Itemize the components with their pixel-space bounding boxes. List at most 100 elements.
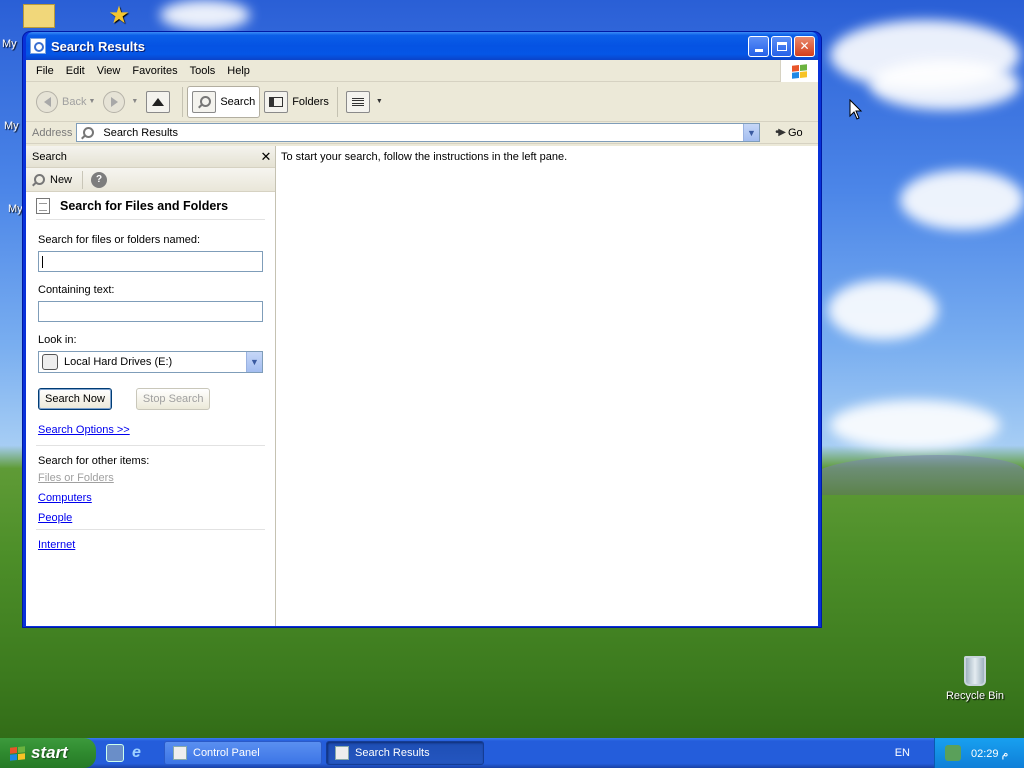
address-value: Search Results xyxy=(103,126,178,139)
system-tray: 02:29 م xyxy=(934,738,1024,768)
back-button[interactable]: Back ▼ xyxy=(32,86,99,118)
task-label: Control Panel xyxy=(193,747,260,759)
minimize-icon xyxy=(754,48,763,52)
maximize-button[interactable] xyxy=(771,35,792,57)
start-button[interactable]: start xyxy=(0,738,96,768)
window-client-area: File Edit View Favorites Tools Help Back… xyxy=(26,60,818,626)
search-results-window: Search Results ✕ File Edit View Favorite… xyxy=(22,31,822,628)
desktop-icon-label[interactable]: My xyxy=(4,120,19,132)
start-label: start xyxy=(31,743,68,762)
cloud xyxy=(830,400,1000,450)
folders-label: Folders xyxy=(292,95,329,108)
go-button[interactable]: ••▶ Go xyxy=(760,127,818,139)
containing-text-input[interactable] xyxy=(38,301,263,322)
search-buttons: Search Now Stop Search xyxy=(38,388,263,410)
desktop-icon-text: My xyxy=(2,38,17,50)
divider xyxy=(36,529,265,530)
search-now-button[interactable]: Search Now xyxy=(38,388,112,410)
folders-icon xyxy=(264,90,289,113)
address-field[interactable]: Search Results ▼ xyxy=(76,123,760,142)
desktop-icon-my-documents[interactable] xyxy=(22,4,56,32)
language-indicator[interactable]: EN xyxy=(895,747,910,759)
search-pane-header: Search ✕ xyxy=(26,146,275,168)
stop-search-button[interactable]: Stop Search xyxy=(135,388,211,410)
show-desktop-icon[interactable] xyxy=(106,744,124,762)
minimize-button[interactable] xyxy=(748,35,769,57)
taskbar-item-search-results[interactable]: Search Results xyxy=(326,741,484,765)
window-title: Search Results xyxy=(51,38,145,54)
look-in-dropdown-icon[interactable]: ▼ xyxy=(246,352,262,372)
address-label: Address xyxy=(32,126,73,139)
title-bar[interactable]: Search Results ✕ xyxy=(26,32,818,60)
computers-link[interactable]: Computers xyxy=(38,492,263,504)
desktop-icon-label[interactable]: My xyxy=(8,203,23,215)
forward-arrow-icon xyxy=(103,90,126,113)
results-message: To start your search, follow the instruc… xyxy=(281,151,568,163)
containing-label: Containing text: xyxy=(38,284,115,296)
menu-favorites[interactable]: Favorites xyxy=(126,65,183,77)
control-panel-icon xyxy=(173,746,187,760)
views-button[interactable]: ▼ xyxy=(342,86,387,118)
go-arrow-icon: ••▶ xyxy=(775,127,786,138)
folders-button[interactable]: Folders xyxy=(260,86,333,118)
desktop-icon-recycle-bin[interactable]: Recycle Bin xyxy=(940,656,1010,702)
forward-dropdown-icon[interactable]: ▼ xyxy=(131,98,138,105)
forward-button[interactable]: ▼ xyxy=(99,86,142,118)
recycle-bin-label: Recycle Bin xyxy=(945,690,1005,702)
look-in-value: Local Hard Drives (E:) xyxy=(64,356,173,368)
menu-help[interactable]: Help xyxy=(221,65,256,77)
section-title-text: Search for Files and Folders xyxy=(60,198,229,213)
new-search-button[interactable]: New xyxy=(32,173,72,186)
cloud xyxy=(828,280,938,340)
desktop-icon-label[interactable]: My xyxy=(2,38,17,50)
search-options-link[interactable]: Search Options >> xyxy=(38,424,263,436)
address-dropdown-icon[interactable]: ▼ xyxy=(743,124,759,141)
back-label: Back xyxy=(62,95,87,108)
taskbar: start e Control Panel Search Results EN … xyxy=(0,738,1024,768)
search-form: Search for Files and Folders Search for … xyxy=(26,192,275,551)
hard-drive-icon xyxy=(42,354,58,370)
maximize-icon xyxy=(776,41,787,51)
folder-icon xyxy=(23,4,55,28)
back-dropdown-icon[interactable]: ▼ xyxy=(88,98,95,105)
people-link[interactable]: People xyxy=(38,512,263,524)
go-label: Go xyxy=(788,126,803,139)
new-search-icon xyxy=(32,173,45,186)
tray-network-icon[interactable] xyxy=(945,745,961,761)
search-pane-toolbar: New ? xyxy=(26,168,275,192)
filename-input[interactable] xyxy=(38,251,263,272)
internet-explorer-icon[interactable]: e xyxy=(132,744,150,762)
clock[interactable]: 02:29 م xyxy=(971,747,1008,760)
desktop-icon-text: My xyxy=(8,203,23,215)
desktop-icon-text: My xyxy=(4,120,19,132)
close-button[interactable]: ✕ xyxy=(794,35,815,57)
menu-file[interactable]: File xyxy=(30,65,60,77)
task-label: Search Results xyxy=(355,747,430,759)
mouse-cursor-icon xyxy=(849,99,863,120)
menu-view[interactable]: View xyxy=(91,65,127,77)
text-caret xyxy=(42,255,43,268)
windows-flag-icon xyxy=(10,745,25,761)
views-icon xyxy=(345,90,370,113)
windows-logo-icon xyxy=(780,60,818,82)
content-panes: Search ✕ New ? Search for Files and Fold… xyxy=(26,146,818,626)
views-dropdown-icon[interactable]: ▼ xyxy=(376,98,383,105)
internet-link[interactable]: Internet xyxy=(38,539,263,551)
look-in-select[interactable]: Local Hard Drives (E:) ▼ xyxy=(38,351,263,373)
results-pane: To start your search, follow the instruc… xyxy=(276,146,818,626)
close-pane-icon[interactable]: ✕ xyxy=(257,149,275,165)
pane-toolbar-separator xyxy=(82,170,84,189)
search-button[interactable]: Search xyxy=(187,85,261,118)
files-or-folders-link[interactable]: Files or Folders xyxy=(38,472,263,484)
toolbar-separator xyxy=(336,86,338,117)
star-icon: ★ xyxy=(108,2,130,29)
search-results-task-icon xyxy=(335,746,349,760)
taskbar-item-control-panel[interactable]: Control Panel xyxy=(164,741,322,765)
cloud xyxy=(870,60,1020,110)
search-results-icon xyxy=(81,126,95,139)
up-folder-button[interactable] xyxy=(142,86,178,118)
menu-edit[interactable]: Edit xyxy=(60,65,91,77)
menu-tools[interactable]: Tools xyxy=(184,65,222,77)
search-window-icon xyxy=(30,38,46,54)
help-icon[interactable]: ? xyxy=(91,171,108,188)
